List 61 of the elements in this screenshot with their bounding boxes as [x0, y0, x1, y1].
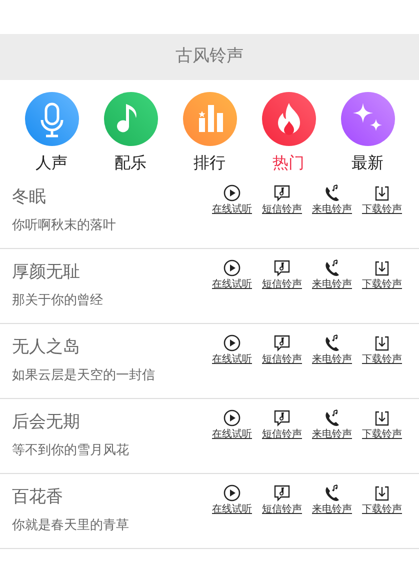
ringtone-link[interactable]: 下载铃声 [357, 184, 407, 216]
song-lyric: 那关于你的曾经 [12, 292, 103, 310]
phone-icon [323, 334, 341, 352]
listen-link[interactable]: 在线试听 [207, 184, 257, 216]
ringtone-link[interactable]: 短信铃声 [257, 259, 307, 291]
song-lyric: 你听啊秋末的落叶 [12, 217, 116, 236]
download-icon [373, 334, 391, 352]
download-icon [373, 259, 391, 277]
song-lyric: 你就是春天里的青草 [12, 517, 129, 536]
download-icon [373, 184, 391, 202]
ringtone-link[interactable]: 来电铃声 [307, 184, 357, 216]
phone-icon [323, 259, 341, 277]
phone-icon [323, 484, 341, 502]
song-title: 后会无期 [12, 411, 81, 434]
ringtone-link[interactable]: 来电铃声 [307, 334, 357, 366]
ringtone-link[interactable]: 短信铃声 [257, 409, 307, 441]
microphone-icon [24, 92, 78, 146]
listen-link[interactable]: 在线试听 [207, 409, 257, 441]
listen-link[interactable]: 在线试听 [207, 484, 257, 516]
song-title: 冬眠 [12, 186, 47, 208]
sparkle-icon [340, 92, 394, 146]
phone-icon [323, 184, 341, 202]
play-icon [223, 484, 241, 502]
ringtone-link[interactable]: 下载铃声 [357, 334, 407, 366]
ringtone-link[interactable]: 下载铃声 [357, 409, 407, 441]
ringtone-link[interactable]: 下载铃声 [357, 484, 407, 516]
message-icon [273, 259, 291, 277]
message-icon [273, 334, 291, 352]
flame-icon [262, 92, 316, 146]
listen-link[interactable]: 在线试听 [207, 259, 257, 291]
song-title: 百花香 [12, 486, 64, 508]
listen-link[interactable]: 在线试听 [207, 334, 257, 366]
category-button[interactable]: 热门 [249, 92, 328, 174]
ringtone-link[interactable]: 来电铃声 [307, 409, 357, 441]
ringtone-link[interactable]: 来电铃声 [307, 484, 357, 516]
category-button[interactable]: 最新 [328, 92, 407, 174]
song-lyric: 如果云层是天空的一封信 [12, 367, 155, 386]
ringtone-link[interactable]: 短信铃声 [257, 334, 307, 366]
category-button[interactable]: 排行 [170, 92, 249, 174]
song-lyric: 等不到你的雪月风花 [12, 442, 129, 460]
ringtone-link[interactable]: 下载铃声 [357, 259, 407, 291]
ringtone-link[interactable]: 短信铃声 [257, 184, 307, 216]
phone-icon [323, 409, 341, 427]
song-title: 厚颜无耻 [12, 261, 81, 284]
download-icon [373, 484, 391, 502]
ringtone-link[interactable]: 来电铃声 [307, 259, 357, 291]
message-icon [273, 484, 291, 502]
play-icon [223, 334, 241, 352]
play-icon [223, 259, 241, 277]
music-note-icon [104, 92, 158, 146]
page-title: 古风铃声 [0, 34, 419, 80]
play-icon [223, 409, 241, 427]
message-icon [273, 184, 291, 202]
song-title: 无人之岛 [12, 336, 81, 358]
category-button[interactable]: 人声 [12, 92, 91, 174]
message-icon [273, 409, 291, 427]
play-icon [223, 184, 241, 202]
download-icon [373, 409, 391, 427]
category-button[interactable]: 配乐 [91, 92, 170, 174]
ringtone-link[interactable]: 短信铃声 [257, 484, 307, 516]
bar-chart-icon [182, 92, 236, 146]
